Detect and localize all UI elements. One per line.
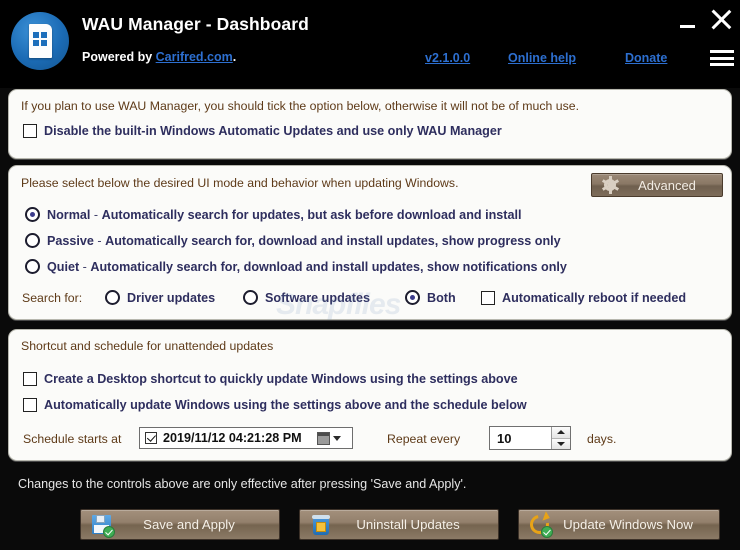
close-icon[interactable] <box>710 8 732 30</box>
powered-by-text: Powered by Carifred.com. <box>82 50 236 64</box>
schedule-enable-checkbox[interactable] <box>145 432 157 444</box>
mode-radio-passive[interactable] <box>25 233 40 248</box>
repeat-every-label: Repeat every <box>387 432 460 446</box>
wau-manager-window: WAU Manager - Dashboard Powered by Carif… <box>0 0 740 550</box>
search-radio-driver[interactable] <box>105 290 120 305</box>
disable-builtin-updates-label: Disable the built-in Windows Automatic U… <box>44 124 502 138</box>
uninstall-bin-icon <box>310 514 332 536</box>
disable-builtin-updates-row[interactable]: Disable the built-in Windows Automatic U… <box>23 124 502 138</box>
auto-update-schedule-label: Automatically update Windows using the s… <box>44 398 527 412</box>
mode-desc-normal: Automatically search for updates, but as… <box>102 208 522 222</box>
mode-name-quiet: Quiet <box>47 260 79 274</box>
panel2-heading: Please select below the desired UI mode … <box>21 176 458 190</box>
minimize-icon[interactable] <box>679 14 697 32</box>
uninstall-updates-label: Uninstall Updates <box>332 517 498 532</box>
auto-update-schedule-row[interactable]: Automatically update Windows using the s… <box>23 398 527 412</box>
search-option-driver[interactable]: Driver updates <box>105 290 215 305</box>
refresh-update-icon <box>529 514 551 536</box>
window-title: WAU Manager - Dashboard <box>82 14 309 35</box>
footer-note: Changes to the controls above are only e… <box>18 477 466 491</box>
mode-sep-passive: - <box>94 234 105 248</box>
auto-reboot-checkbox[interactable] <box>481 291 495 305</box>
repeat-days-value[interactable]: 10 <box>490 431 551 446</box>
repeat-days-decrement[interactable] <box>552 438 570 450</box>
search-option-both[interactable]: Both <box>405 290 456 305</box>
update-windows-now-button[interactable]: Update Windows Now <box>518 509 720 540</box>
mode-desc-passive: Automatically search for, download and i… <box>105 234 561 248</box>
advanced-button[interactable]: Advanced <box>591 173 723 197</box>
search-radio-both[interactable] <box>405 290 420 305</box>
search-radio-software[interactable] <box>243 290 258 305</box>
search-label-both: Both <box>427 291 456 305</box>
donate-link[interactable]: Donate <box>625 51 667 65</box>
search-label-software: Software updates <box>265 291 370 305</box>
mode-name-passive: Passive <box>47 234 94 248</box>
repeat-days-stepper[interactable]: 10 <box>489 426 571 450</box>
mode-name-normal: Normal <box>47 208 90 222</box>
carifred-link[interactable]: Carifred.com <box>156 50 233 64</box>
auto-reboot-row[interactable]: Automatically reboot if needed <box>481 291 686 305</box>
schedule-datetime-input[interactable]: 2019/11/12 04:21:28 PM <box>139 427 353 449</box>
search-label-driver: Driver updates <box>127 291 215 305</box>
mode-radio-quiet[interactable] <box>25 259 40 274</box>
calendar-dropdown-button[interactable] <box>317 430 349 446</box>
online-help-link[interactable]: Online help <box>508 51 576 65</box>
save-and-apply-button[interactable]: Save and Apply <box>80 509 280 540</box>
schedule-starts-at-label: Schedule starts at <box>23 432 121 446</box>
title-bar: WAU Manager - Dashboard Powered by Carif… <box>0 0 740 88</box>
search-for-label: Search for: <box>22 291 82 305</box>
search-option-software[interactable]: Software updates <box>243 290 370 305</box>
panel1-heading: If you plan to use WAU Manager, you shou… <box>21 99 579 113</box>
desktop-shortcut-checkbox[interactable] <box>23 372 37 386</box>
app-logo-icon <box>11 12 69 70</box>
gear-icon <box>602 177 618 193</box>
shortcut-schedule-panel: Shortcut and schedule for unattended upd… <box>8 329 732 461</box>
panel3-heading: Shortcut and schedule for unattended upd… <box>21 339 273 353</box>
update-windows-now-label: Update Windows Now <box>551 517 719 532</box>
schedule-datetime-value: 2019/11/12 04:21:28 PM <box>163 431 302 445</box>
mode-option-normal[interactable]: Normal - Automatically search for update… <box>25 207 521 222</box>
advanced-button-label: Advanced <box>618 178 722 193</box>
save-and-apply-label: Save and Apply <box>113 517 279 532</box>
floppy-disk-save-icon <box>91 514 113 536</box>
powered-by-suffix: . <box>233 50 236 64</box>
desktop-shortcut-row[interactable]: Create a Desktop shortcut to quickly upd… <box>23 372 518 386</box>
disable-builtin-updates-checkbox[interactable] <box>23 124 37 138</box>
hamburger-menu-icon[interactable] <box>710 50 734 68</box>
uninstall-updates-button[interactable]: Uninstall Updates <box>299 509 499 540</box>
ui-mode-panel: Please select below the desired UI mode … <box>8 165 732 320</box>
chevron-down-icon <box>333 436 341 441</box>
powered-by-prefix: Powered by <box>82 50 156 64</box>
disable-windows-updates-panel: If you plan to use WAU Manager, you shou… <box>8 89 732 159</box>
auto-update-schedule-checkbox[interactable] <box>23 398 37 412</box>
mode-sep-quiet: - <box>79 260 90 274</box>
days-label: days. <box>587 432 616 446</box>
mode-option-quiet[interactable]: Quiet - Automatically search for, downlo… <box>25 259 567 274</box>
mode-radio-normal[interactable] <box>25 207 40 222</box>
auto-reboot-label: Automatically reboot if needed <box>502 291 686 305</box>
version-link[interactable]: v2.1.0.0 <box>425 51 470 65</box>
repeat-days-increment[interactable] <box>552 427 570 438</box>
mode-option-passive[interactable]: Passive - Automatically search for, down… <box>25 233 561 248</box>
mode-sep-normal: - <box>90 208 101 222</box>
calendar-icon <box>317 432 330 445</box>
mode-desc-quiet: Automatically search for, download and i… <box>90 260 567 274</box>
desktop-shortcut-label: Create a Desktop shortcut to quickly upd… <box>44 372 518 386</box>
